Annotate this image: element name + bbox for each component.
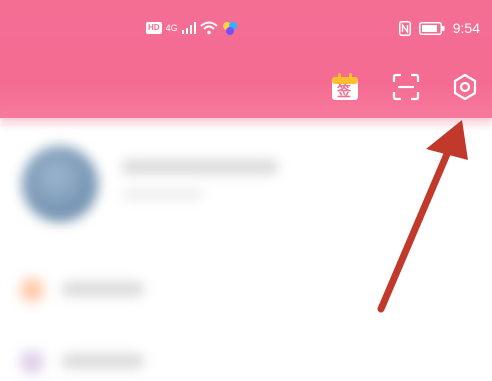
clock: 9:54 — [452, 20, 480, 36]
checkin-button[interactable]: 签 — [330, 72, 360, 102]
subtitle-placeholder — [122, 190, 202, 198]
nfc-icon — [398, 20, 411, 36]
menu-row-icon — [20, 278, 44, 302]
battery-icon — [418, 21, 445, 35]
scan-icon — [392, 73, 420, 101]
avatar — [22, 146, 98, 222]
status-bar: HD 4G 9:54 — [0, 18, 492, 42]
scan-button[interactable] — [391, 72, 421, 102]
status-bar-right: 9:54 — [398, 20, 480, 36]
menu-row-placeholder — [62, 354, 144, 368]
wifi-icon — [199, 21, 218, 35]
blurred-content — [0, 118, 492, 381]
status-bar-left: HD 4G — [146, 20, 238, 36]
network-type: 4G — [165, 23, 178, 33]
settings-button[interactable] — [450, 72, 480, 102]
settings-icon — [453, 73, 477, 101]
username-placeholder — [122, 160, 278, 174]
menu-row-placeholder — [62, 282, 144, 296]
signal-icon — [181, 22, 196, 34]
hd-badge: HD — [146, 22, 162, 34]
checkin-label: 签 — [337, 84, 351, 100]
menu-row-icon — [20, 350, 44, 374]
app-notification-icon — [222, 22, 237, 35]
